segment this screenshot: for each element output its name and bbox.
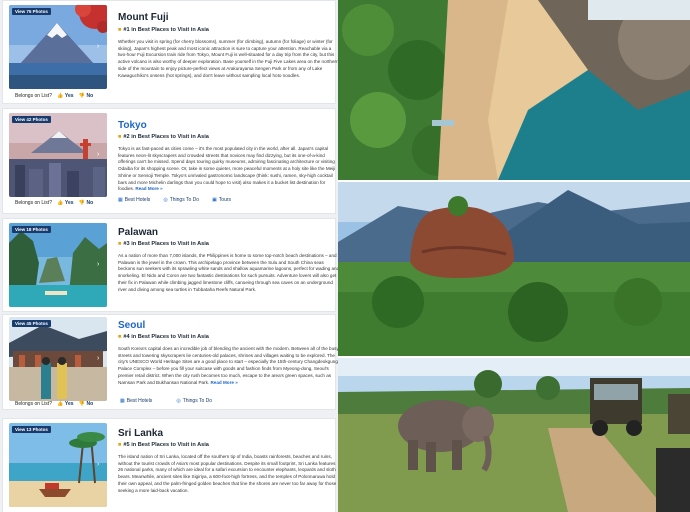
- tokyo-thumbnail[interactable]: View 42 Photos ›: [9, 113, 107, 197]
- photo-count-badge[interactable]: View 42 Photos: [12, 116, 51, 123]
- vote-no-button[interactable]: 👎 No: [79, 401, 93, 407]
- destination-description: Tokyo is as fast-paced as cities come – …: [118, 146, 336, 192]
- photo-count-badge[interactable]: View 13 Photos: [12, 426, 51, 433]
- chevron-right-icon[interactable]: ›: [97, 355, 104, 362]
- seoul-thumbnail[interactable]: View 45 Photos ›: [9, 317, 107, 401]
- sri-lanka-thumbnail[interactable]: View 13 Photos ›: [9, 423, 107, 507]
- things-to-do-link[interactable]: ◎ Things To Do: [176, 398, 212, 404]
- hotel-icon: ▦: [120, 398, 125, 404]
- destination-title[interactable]: Mount Fuji: [118, 12, 169, 23]
- vote-prompt: Belongs on List?: [15, 401, 52, 407]
- destination-description: South Korea's capital does an incredible…: [118, 346, 338, 385]
- medal-icon: ■: [118, 27, 122, 33]
- destination-card-sri-lanka: View 13 Photos › Sri Lanka ■ #5 in Best P…: [2, 418, 336, 512]
- tour-icon: ▣: [212, 197, 217, 203]
- chevron-right-icon[interactable]: ›: [97, 261, 104, 268]
- rank-label: ■ #4 in Best Places to Visit in Asia: [118, 334, 209, 340]
- chevron-right-icon[interactable]: ›: [97, 461, 104, 468]
- medal-icon: ■: [118, 241, 122, 247]
- photo-count-badge[interactable]: View 18 Photos: [12, 226, 51, 233]
- vote-row: Belongs on List? 👍 Yes 👎 No: [15, 200, 93, 206]
- best-hotels-link[interactable]: ▦ Best Hotels: [118, 197, 150, 203]
- destination-title[interactable]: Seoul: [118, 320, 145, 331]
- results-list: View 75 Photos › Belongs on List? 👍 Yes …: [0, 0, 338, 512]
- destination-card-tokyo: View 42 Photos › Belongs on List? 👍 Yes …: [2, 108, 336, 214]
- destination-title[interactable]: Tokyo: [118, 120, 147, 131]
- vote-row: Belongs on List? 👍 Yes 👎 No: [15, 401, 93, 407]
- mount-fuji-thumbnail[interactable]: View 75 Photos ›: [9, 5, 107, 89]
- card-links: ▦ Best Hotels ◎ Things To Do ▣ Tours: [118, 197, 231, 203]
- sigiriya-rock-photo: [338, 182, 690, 356]
- medal-icon: ■: [118, 134, 122, 140]
- vote-no-button[interactable]: 👎 No: [79, 200, 93, 206]
- vote-prompt: Belongs on List?: [15, 200, 52, 206]
- rank-label: ■ #3 in Best Places to Visit in Asia: [118, 241, 209, 247]
- destination-description: As a nation of more than 7,000 islands, …: [118, 253, 338, 292]
- chevron-right-icon[interactable]: ›: [97, 43, 104, 50]
- card-links: ▦ Best Hotels ◎ Things To Do: [120, 398, 212, 404]
- compass-icon: ◎: [176, 398, 181, 404]
- tours-link[interactable]: ▣ Tours: [212, 197, 231, 203]
- photo-count-badge[interactable]: View 45 Photos: [12, 320, 51, 327]
- read-more-link[interactable]: Read More »: [135, 186, 162, 191]
- rank-label: ■ #1 in Best Places to Visit in Asia: [118, 27, 209, 33]
- medal-icon: ■: [118, 442, 122, 448]
- vote-no-button[interactable]: 👎 No: [79, 93, 93, 99]
- palawan-thumbnail[interactable]: View 18 Photos ›: [9, 223, 107, 307]
- destination-description: Whether you visit in spring (for cherry …: [118, 39, 338, 78]
- photo-collage: [338, 0, 690, 512]
- hotel-icon: ▦: [118, 197, 123, 203]
- read-more-link[interactable]: Read More »: [210, 380, 237, 385]
- best-hotels-link[interactable]: ▦ Best Hotels: [120, 398, 152, 404]
- destination-title[interactable]: Palawan: [118, 227, 158, 238]
- things-to-do-link[interactable]: ◎ Things To Do: [163, 197, 199, 203]
- chevron-right-icon[interactable]: ›: [97, 151, 104, 158]
- medal-icon: ■: [118, 334, 122, 340]
- aerial-beach-photo: [338, 0, 690, 180]
- destination-card-seoul: View 45 Photos › Belongs on List? 👍 Yes …: [2, 314, 338, 410]
- vote-yes-button[interactable]: 👍 Yes: [57, 401, 73, 407]
- destination-title[interactable]: Sri Lanka: [118, 428, 163, 439]
- elephant-safari-photo: [338, 358, 690, 512]
- destination-card-palawan: View 18 Photos › Palawan ■ #3 in Best Pla…: [2, 218, 338, 312]
- destination-card-mount-fuji: View 75 Photos › Belongs on List? 👍 Yes …: [2, 0, 338, 104]
- vote-row: Belongs on List? 👍 Yes 👎 No: [15, 93, 93, 99]
- compass-icon: ◎: [163, 197, 168, 203]
- rank-label: ■ #2 in Best Places to Visit in Asia: [118, 134, 209, 140]
- vote-yes-button[interactable]: 👍 Yes: [57, 93, 73, 99]
- vote-yes-button[interactable]: 👍 Yes: [57, 200, 73, 206]
- rank-label: ■ #5 in Best Places to Visit in Asia: [118, 442, 209, 448]
- vote-prompt: Belongs on List?: [15, 93, 52, 99]
- photo-count-badge[interactable]: View 75 Photos: [12, 8, 51, 15]
- destination-description: The island nation of Sri Lanka, located …: [118, 454, 337, 493]
